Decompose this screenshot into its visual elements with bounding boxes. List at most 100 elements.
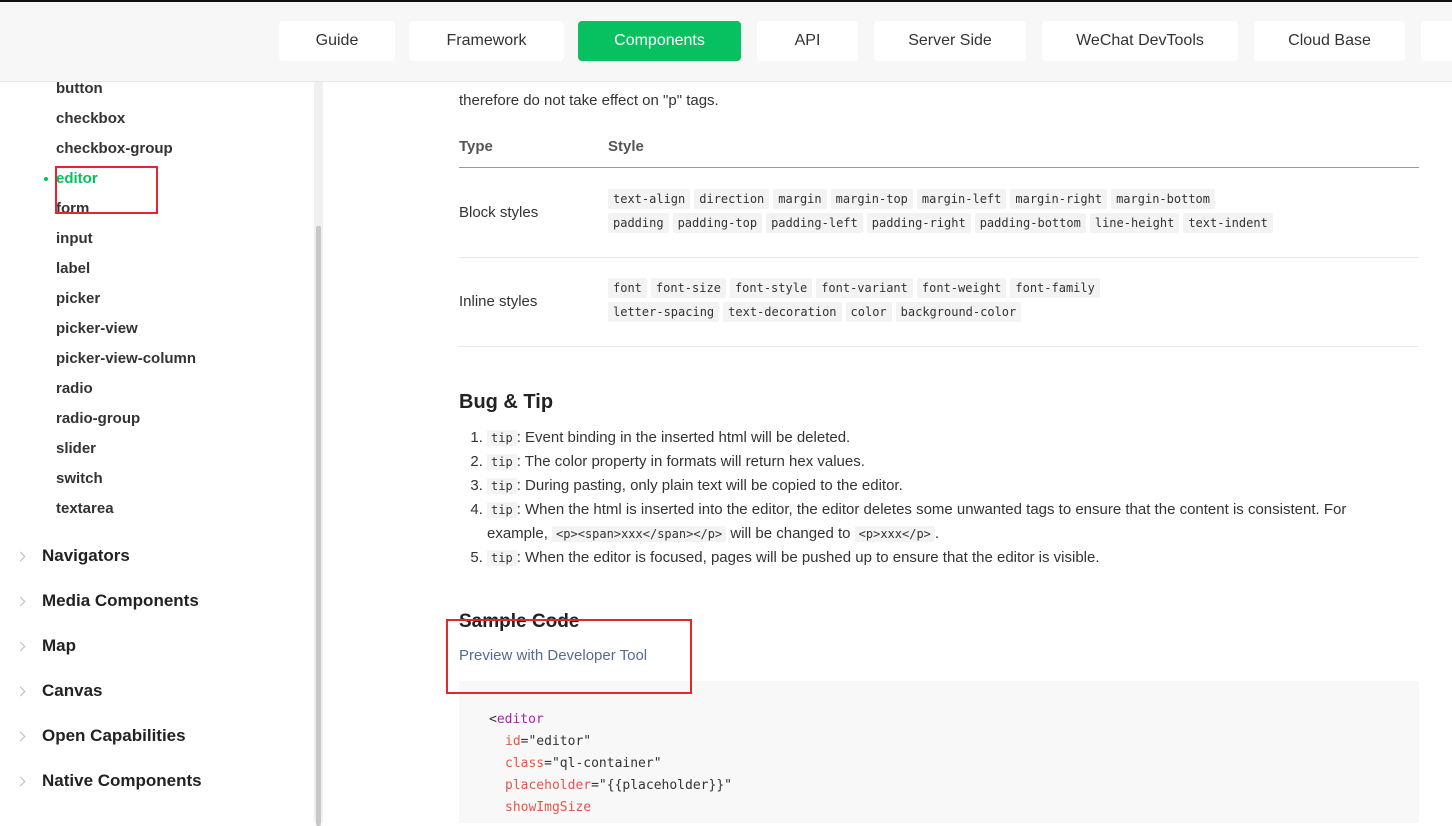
sidebar-item-input[interactable]: input: [56, 229, 93, 249]
style-chip: margin: [773, 189, 827, 209]
sidebar-item-checkbox[interactable]: checkbox: [56, 109, 125, 129]
sidebar-item-radio[interactable]: radio: [56, 379, 93, 399]
code-block: <editor id="editor" class="ql-container"…: [459, 681, 1419, 823]
inline-code: <p><span>xxx</span></p>: [552, 526, 727, 542]
tip-text: : Event binding in the inserted html wil…: [516, 429, 851, 446]
sidebar-item-switch[interactable]: switch: [56, 469, 103, 489]
style-chip: margin-left: [916, 189, 1007, 209]
style-chip: padding-bottom: [974, 213, 1086, 233]
list-item: tip: When the html is inserted into the …: [487, 498, 1387, 546]
intro-text-tail: therefore do not take effect on "p" tags…: [459, 92, 719, 109]
tab-cloud-base[interactable]: Cloud Base: [1254, 21, 1405, 61]
table-cell-styles: font font-size font-style font-variant font-…: [608, 278, 1248, 326]
tab-api[interactable]: API: [757, 21, 858, 61]
sidebar-group-canvas[interactable]: Canvas: [42, 680, 102, 702]
sidebar-scrollbar-thumb[interactable]: [316, 226, 321, 826]
style-chip: padding-right: [866, 213, 971, 233]
tip-text: : During pasting, only plain text will b…: [516, 477, 903, 494]
tab-overflow[interactable]: [1421, 21, 1452, 61]
style-chip: background-color: [895, 302, 1022, 322]
style-chip: margin-right: [1010, 189, 1108, 209]
style-chip-row: text-align direction margin margin-top margi…: [608, 189, 1248, 213]
chevron-right-icon: [15, 686, 26, 697]
style-chip: line-height: [1089, 213, 1180, 233]
tip-text: will be changed to: [730, 525, 851, 542]
highlight-box-editor: [55, 166, 158, 214]
style-chip-row: font font-size font-style font-variant font-…: [608, 278, 1248, 302]
code-attr-value: ="editor": [520, 734, 592, 749]
section-title-bug-tip: Bug & Tip: [459, 391, 554, 413]
table-header-style: Style: [608, 138, 644, 155]
tip-tag: tip: [487, 430, 517, 446]
sidebar-item-button[interactable]: button: [56, 81, 103, 99]
sidebar-item-slider[interactable]: slider: [56, 439, 96, 459]
sidebar-group-map[interactable]: Map: [42, 635, 76, 657]
tab-wechat-devtools[interactable]: WeChat DevTools: [1042, 21, 1238, 61]
code-attr-name: placeholder: [505, 778, 592, 793]
chevron-right-icon: [15, 641, 26, 652]
tab-components[interactable]: Components: [578, 21, 741, 61]
table-header-divider: [459, 167, 1419, 168]
tab-guide[interactable]: Guide: [279, 21, 395, 61]
list-item: tip: Event binding in the inserted html …: [487, 426, 1387, 450]
table-row-divider: [459, 346, 1419, 347]
sidebar-item-picker-view-column[interactable]: picker-view-column: [56, 349, 196, 369]
list-item: tip: During pasting, only plain text wil…: [487, 474, 1387, 498]
code-line: placeholder="{{placeholder}}": [505, 775, 732, 797]
style-chip: padding-top: [672, 213, 763, 233]
table-cell-type: Block styles: [459, 204, 539, 221]
table-header-type: Type: [459, 138, 493, 155]
chevron-right-icon: [15, 731, 26, 742]
style-chip: font: [608, 278, 647, 298]
sidebar-item-checkbox-group[interactable]: checkbox-group: [56, 139, 173, 159]
chevron-right-icon: [15, 551, 26, 562]
style-chip: text-decoration: [723, 302, 842, 322]
list-item: tip: The color property in formats will …: [487, 450, 1387, 474]
tip-tag: tip: [487, 454, 517, 470]
sidebar-item-picker[interactable]: picker: [56, 289, 100, 309]
code-punctuation: <: [489, 712, 497, 727]
style-chip: font-size: [650, 278, 726, 298]
style-chip: font-variant: [816, 278, 913, 298]
tip-text: : The color property in formats will ret…: [516, 453, 865, 470]
table-cell-styles: text-align direction margin margin-top margi…: [608, 189, 1273, 237]
tip-text: .: [934, 525, 940, 542]
style-chip: margin-bottom: [1111, 189, 1215, 209]
chevron-right-icon: [15, 776, 26, 787]
sidebar-item-label[interactable]: label: [56, 259, 90, 279]
main-content: therefore do not take effect on "p" tags…: [330, 81, 1452, 823]
chevron-right-icon: [15, 596, 26, 607]
style-chip: letter-spacing: [608, 302, 720, 322]
top-edge-line: [0, 0, 1452, 2]
code-line: class="ql-container": [505, 753, 662, 775]
style-chip: margin-top: [830, 189, 913, 209]
sidebar-group-native-components[interactable]: Native Components: [42, 770, 202, 792]
sidebar-group-navigators[interactable]: Navigators: [42, 545, 130, 567]
tips-list: tip: Event binding in the inserted html …: [471, 426, 1387, 570]
style-chip: font-family: [1010, 278, 1100, 298]
sidebar-group-open-capabilities[interactable]: Open Capabilities: [42, 725, 186, 747]
tab-framework[interactable]: Framework: [409, 21, 564, 61]
sidebar-item-picker-view[interactable]: picker-view: [56, 319, 138, 339]
table-row-divider: [459, 257, 1419, 258]
style-chip: direction: [694, 189, 770, 209]
active-indicator-dot: [44, 177, 48, 181]
highlight-box-preview: [446, 619, 692, 694]
sidebar-group-media-components[interactable]: Media Components: [42, 590, 199, 612]
code-tag-name: editor: [496, 712, 544, 727]
tip-tag: tip: [487, 478, 517, 494]
list-item: tip: When the editor is focused, pages w…: [487, 546, 1387, 570]
sidebar-item-textarea[interactable]: textarea: [56, 499, 114, 519]
style-chip-row: padding padding-top padding-left padding-ri…: [608, 213, 1273, 237]
code-attr-value: ="{{placeholder}}": [591, 778, 732, 793]
sidebar-item-radio-group[interactable]: radio-group: [56, 409, 140, 429]
inline-code: <p>xxx</p>: [854, 526, 935, 542]
style-chip: text-align: [608, 189, 691, 209]
tip-text: : When the editor is focused, pages will…: [516, 549, 1100, 566]
style-chip: font-weight: [916, 278, 1007, 298]
tip-tag: tip: [487, 502, 517, 518]
style-chip: text-indent: [1183, 213, 1273, 233]
code-attr-value: ="ql-container": [544, 756, 662, 771]
tab-server-side[interactable]: Server Side: [874, 21, 1026, 61]
style-chip: font-style: [729, 278, 813, 298]
